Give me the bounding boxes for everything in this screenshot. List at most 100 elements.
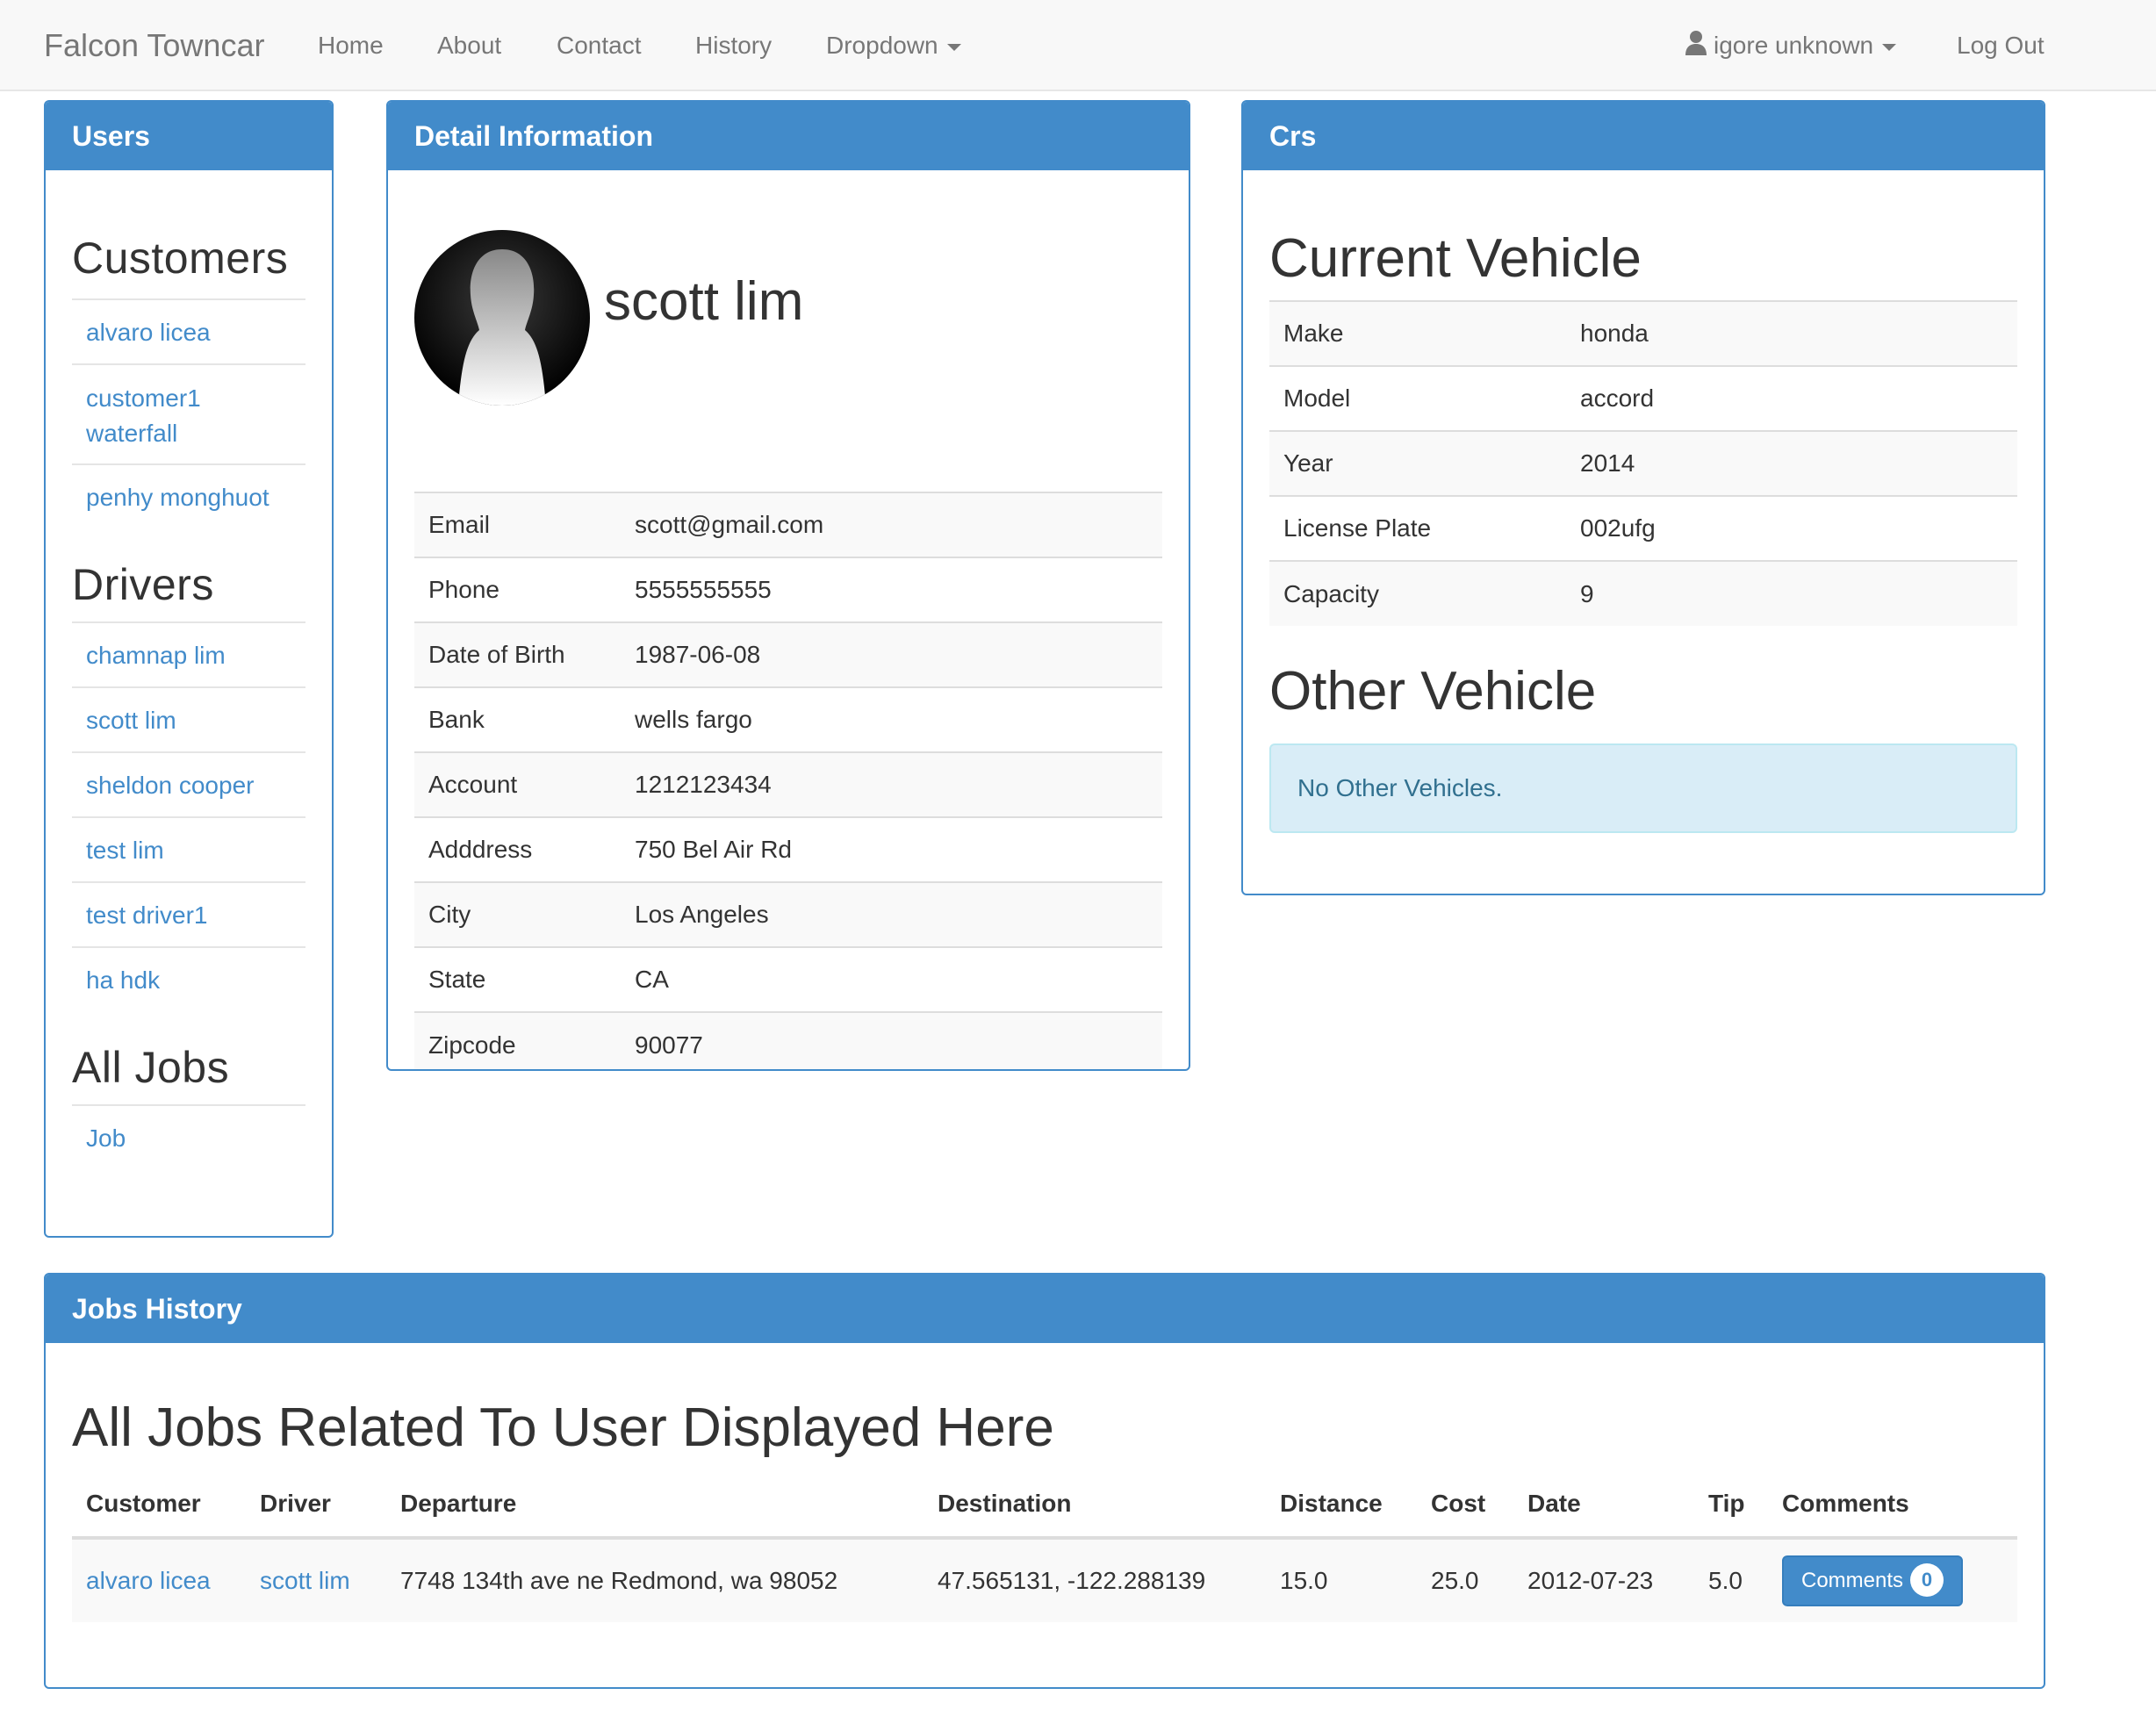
- comments-label: Comments: [1801, 1569, 1904, 1592]
- column-header: Customer: [72, 1471, 246, 1540]
- user-icon: [1684, 2, 1708, 93]
- column-header: Destination: [923, 1471, 1266, 1540]
- jobs-panel-heading: Jobs History: [46, 1275, 2044, 1343]
- avatar: [414, 230, 590, 406]
- job-customer[interactable]: alvaro licea: [72, 1538, 246, 1622]
- row-value: accord: [1580, 384, 1655, 412]
- brand-link[interactable]: Falcon Towncar: [44, 0, 264, 91]
- driver-link[interactable]: sheldon cooper: [72, 751, 305, 816]
- row-value: 1212123434: [635, 771, 772, 798]
- vehicle-row: Capacity 9: [1269, 561, 2017, 626]
- row-label: License Plate: [1283, 514, 1432, 542]
- nav-history[interactable]: History: [695, 0, 772, 91]
- driver-link[interactable]: ha hdk: [72, 946, 305, 1011]
- row-value: 002ufg: [1580, 514, 1656, 542]
- job-destination: 47.565131, -122.288139: [923, 1538, 1266, 1622]
- logout-link[interactable]: Log Out: [1957, 0, 2045, 91]
- cars-panel-heading: Crs: [1243, 102, 2044, 170]
- job-link[interactable]: Job: [72, 1104, 305, 1169]
- nav-home[interactable]: Home: [318, 0, 384, 91]
- customers-list: alvaro licea customer1 waterfall penhy m…: [72, 298, 305, 528]
- column-header: Tip: [1694, 1471, 1768, 1540]
- user-menu[interactable]: igore unknown: [1684, 0, 1897, 93]
- nav-contact[interactable]: Contact: [557, 0, 642, 91]
- profile-name: scott lim: [604, 271, 804, 332]
- customers-title: Customers: [72, 233, 289, 283]
- users-panel-heading: Users: [46, 102, 332, 170]
- column-header: Departure: [386, 1471, 923, 1540]
- job-tip: 5.0: [1694, 1538, 1768, 1622]
- customer-link[interactable]: penhy monghuot: [72, 463, 305, 528]
- row-value: honda: [1580, 320, 1649, 347]
- row-value: 750 Bel Air Rd: [635, 836, 792, 863]
- jobs-title: All Jobs Related To User Displayed Here: [72, 1397, 1054, 1458]
- nav-dropdown[interactable]: Dropdown: [826, 0, 961, 91]
- jobs-list: Job: [72, 1104, 305, 1169]
- driver-link[interactable]: test lim: [72, 816, 305, 881]
- detail-panel: Detail Information scott lim Email scott…: [386, 100, 1190, 1071]
- job-distance: 15.0: [1266, 1538, 1417, 1622]
- column-header: Date: [1513, 1471, 1694, 1540]
- column-header: Comments: [1768, 1471, 2017, 1540]
- row-label: Model: [1283, 384, 1351, 412]
- job-driver[interactable]: scott lim: [246, 1538, 386, 1622]
- vehicle-row: Make honda: [1269, 301, 2017, 366]
- vehicle-row: Year 2014: [1269, 431, 2017, 496]
- table-row: alvaro licea scott lim 7748 134th ave ne…: [72, 1538, 2017, 1622]
- row-value: Los Angeles: [635, 901, 769, 928]
- detail-row: State CA: [414, 947, 1162, 1012]
- row-label: Date of Birth: [428, 641, 565, 668]
- job-departure: 7748 134th ave ne Redmond, wa 98052: [386, 1538, 923, 1622]
- row-value: 2014: [1580, 449, 1635, 477]
- row-label: Year: [1283, 449, 1333, 477]
- drivers-list: chamnap lim scott lim sheldon cooper tes…: [72, 621, 305, 1011]
- current-vehicle-title: Current Vehicle: [1269, 228, 1642, 289]
- row-label: Adddress: [428, 836, 533, 863]
- row-value: scott@gmail.com: [635, 511, 824, 538]
- drivers-title: Drivers: [72, 560, 214, 609]
- detail-row: Date of Birth 1987-06-08: [414, 622, 1162, 687]
- driver-link[interactable]: chamnap lim: [72, 621, 305, 686]
- chevron-down-icon: [1882, 43, 1897, 51]
- detail-row: Phone 5555555555: [414, 557, 1162, 622]
- row-value: 1987-06-08: [635, 641, 761, 668]
- row-label: Email: [428, 511, 491, 538]
- no-vehicles-alert: No Other Vehicles.: [1269, 743, 2017, 833]
- comments-button[interactable]: Comments 0: [1782, 1555, 1964, 1606]
- chevron-down-icon: [946, 43, 961, 51]
- row-label: City: [428, 901, 471, 928]
- job-date: 2012-07-23: [1513, 1538, 1694, 1622]
- jobs-table: Customer Driver Departure Destination Distan…: [72, 1471, 2017, 1622]
- cars-panel: Crs Current Vehicle Make honda Model accord…: [1241, 100, 2045, 895]
- row-value: 9: [1580, 579, 1594, 607]
- vehicle-row: Model accord: [1269, 366, 2017, 431]
- users-panel: Users Customers alvaro licea customer1 w…: [44, 100, 334, 1238]
- customer-link[interactable]: customer1 waterfall: [72, 363, 305, 463]
- job-cost: 25.0: [1417, 1538, 1513, 1622]
- user-name: igore unknown: [1714, 32, 1874, 59]
- jobs-history-panel: Jobs History All Jobs Related To User Di…: [44, 1273, 2045, 1689]
- other-vehicle-title: Other Vehicle: [1269, 661, 1597, 722]
- customer-link[interactable]: alvaro licea: [72, 298, 305, 363]
- row-value: CA: [635, 966, 669, 993]
- detail-row: City Los Angeles: [414, 882, 1162, 947]
- driver-link[interactable]: test driver1: [72, 881, 305, 946]
- driver-link[interactable]: scott lim: [72, 686, 305, 751]
- row-label: Phone: [428, 576, 499, 603]
- detail-row: Adddress 750 Bel Air Rd: [414, 817, 1162, 882]
- row-label: Bank: [428, 706, 485, 733]
- row-value: wells fargo: [635, 706, 752, 733]
- row-label: Capacity: [1283, 579, 1379, 607]
- top-navbar: Falcon Towncar Home About Contact Histor…: [0, 0, 2156, 91]
- column-header: Driver: [246, 1471, 386, 1540]
- comments-count-badge: 0: [1910, 1562, 1944, 1597]
- job-comments-cell: Comments 0: [1768, 1538, 2017, 1622]
- detail-panel-heading: Detail Information: [388, 102, 1189, 170]
- nav-about[interactable]: About: [437, 0, 501, 91]
- vehicle-row: License Plate 002ufg: [1269, 496, 2017, 561]
- column-header: Cost: [1417, 1471, 1513, 1540]
- row-value: 90077: [635, 1031, 703, 1059]
- row-label: Account: [428, 771, 518, 798]
- nav-dropdown-label: Dropdown: [826, 32, 938, 59]
- detail-row: Bank wells fargo: [414, 687, 1162, 752]
